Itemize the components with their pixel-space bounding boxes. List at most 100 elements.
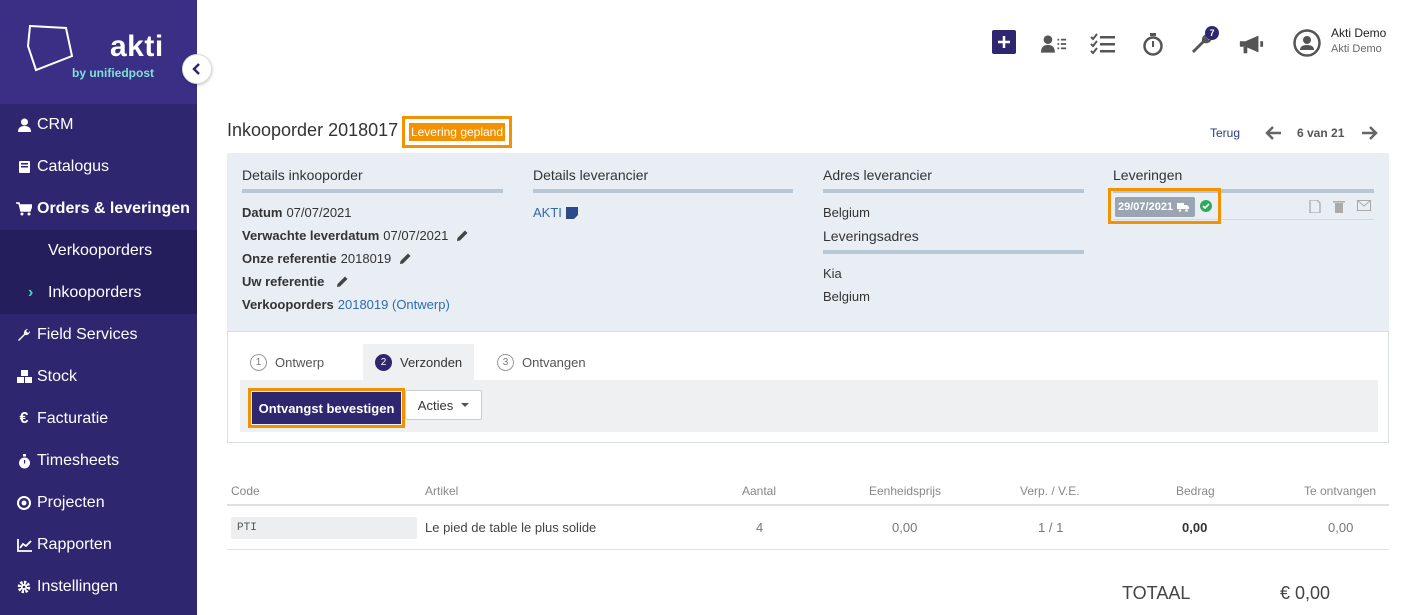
item-quantity: 4 — [756, 520, 764, 535]
timer-button[interactable] — [1140, 30, 1166, 58]
cart-icon — [16, 202, 32, 216]
sidebar-item-label: Field Services — [37, 326, 138, 343]
field-value: 2018019 — [340, 251, 392, 266]
column-header: Code — [231, 484, 260, 498]
gear-icon — [16, 580, 32, 594]
code-cell: PTI — [231, 506, 417, 549]
sidebar-item-crm[interactable]: CRM — [0, 104, 197, 146]
field-label: Datum — [242, 205, 283, 220]
total-label: TOTAAL — [1122, 583, 1191, 603]
chart-icon — [16, 538, 32, 552]
sidebar-item-label: Rapporten — [37, 536, 112, 553]
avatar[interactable] — [1292, 28, 1322, 58]
column-header: Eenheidsprijs — [869, 484, 942, 498]
actions-dropdown[interactable]: Acties — [405, 390, 482, 420]
sidebar-item-label: Orders & leveringen — [37, 200, 190, 217]
total-value: € 0,00 — [1280, 583, 1331, 603]
stopwatch-icon — [1143, 33, 1163, 56]
contacts-list-icon — [1041, 35, 1067, 53]
edit-pencil-icon[interactable] — [336, 275, 349, 288]
sidebar-item-field-services[interactable]: Field Services — [0, 314, 197, 356]
wrench-icon — [16, 328, 32, 342]
sidebar-item-timesheets[interactable]: Timesheets — [0, 440, 197, 482]
column-header: Te ontvangen — [1304, 484, 1377, 498]
step-verzonden[interactable]: 2 Verzonden — [363, 344, 475, 380]
sidebar-item-stock[interactable]: Stock — [0, 356, 197, 398]
sidebar-item-label: Inkooporders — [48, 284, 142, 301]
step-label: Ontvangen — [522, 354, 586, 370]
sales-order-link[interactable]: 2018019 (Ontwerp) — [338, 297, 450, 312]
sidebar-item-label: Stock — [37, 368, 78, 385]
edit-pencil-icon[interactable] — [399, 252, 412, 265]
step-ontwerp[interactable]: 1 Ontwerp — [238, 344, 336, 380]
item-article: Le pied de table le plus solide — [425, 520, 597, 535]
announcements-button[interactable] — [1238, 30, 1264, 58]
tasks-button[interactable] — [1090, 30, 1116, 58]
mail-icon[interactable] — [1357, 200, 1371, 211]
supplier-address: Adres leverancier Belgium Leveringsadres… — [823, 167, 1084, 308]
trash-icon[interactable] — [1333, 200, 1345, 213]
confirm-receipt-button[interactable]: Ontvangst bevestigen — [252, 392, 401, 424]
items-table: Code Artikel Aantal Eenheidsprijs Verp. … — [227, 478, 1389, 550]
cubes-icon — [16, 370, 32, 384]
user-icon — [16, 118, 32, 132]
contacts-button[interactable] — [1041, 30, 1067, 58]
next-arrow-icon[interactable] — [1360, 124, 1378, 142]
field-label: Verwachte leverdatum — [242, 228, 380, 243]
note-icon[interactable] — [565, 206, 578, 219]
delivery-actions — [1309, 200, 1371, 213]
column-header: Verp. / V.E. — [1020, 484, 1080, 498]
workflow-box: 1 Ontwerp 2 Verzonden 3 Ontvangen Ontvan… — [227, 331, 1389, 443]
supplier-link[interactable]: AKTI — [533, 205, 562, 220]
address-line: Kia — [823, 266, 842, 281]
section-heading: Leveringsadres — [823, 228, 1084, 254]
pdf-icon[interactable] — [1309, 200, 1321, 213]
sidebar-item-label: Timesheets — [37, 452, 120, 469]
step-number: 2 — [375, 353, 392, 371]
brand-subtitle: by unifiedpost — [72, 66, 154, 80]
sidebar-collapse-button[interactable] — [182, 54, 212, 84]
sidebar-item-facturatie[interactable]: € Facturatie — [0, 398, 197, 440]
sidebar-subitem-verkooporders[interactable]: Verkooporders — [0, 230, 197, 272]
details-panel: Details inkooporder Datum 07/07/2021 Ver… — [227, 153, 1389, 331]
chevron-left-icon — [192, 63, 200, 75]
checklist-icon — [1090, 33, 1115, 55]
sidebar-item-catalogus[interactable]: Catalogus — [0, 146, 197, 188]
field-label: Uw referentie — [242, 274, 325, 289]
supplier-row: AKTI — [533, 201, 793, 224]
step-label: Verzonden — [400, 354, 463, 370]
user-circle-icon — [1293, 29, 1321, 57]
megaphone-icon — [1239, 35, 1264, 54]
step-label: Ontwerp — [275, 354, 325, 370]
delivery-chip[interactable]: 29/07/2021 — [1115, 197, 1195, 217]
field-your-reference: Uw referentie — [242, 270, 503, 293]
step-number: 3 — [497, 353, 514, 371]
item-pack: 1 / 1 — [1038, 520, 1064, 535]
target-icon — [16, 496, 32, 510]
back-link[interactable]: Terug — [1210, 126, 1240, 140]
plus-icon — [998, 36, 1010, 48]
sidebar-subitem-inkooporders[interactable]: › Inkooporders — [0, 272, 197, 314]
step-ontvangen[interactable]: 3 Ontvangen — [485, 344, 598, 380]
user-name[interactable]: Akti Demo — [1331, 26, 1386, 40]
brand: akti by unifiedpost — [0, 0, 197, 104]
sidebar-item-instellingen[interactable]: Instellingen — [0, 566, 197, 608]
sidebar-item-projecten[interactable]: Projecten — [0, 482, 197, 524]
sidebar-item-orders[interactable]: Orders & leveringen — [0, 188, 197, 230]
sidebar-item-rapporten[interactable]: Rapporten — [0, 524, 197, 566]
tools-button[interactable]: 7 — [1189, 26, 1219, 58]
column-header: Artikel — [425, 484, 459, 498]
column-header: Aantal — [742, 484, 777, 498]
item-to-receive: 0,00 — [1328, 520, 1354, 535]
field-datum: Datum 07/07/2021 — [242, 201, 503, 224]
item-unit-price: 0,00 — [892, 520, 918, 535]
notification-badge: 7 — [1205, 26, 1219, 40]
sidebar-item-label: CRM — [37, 116, 74, 133]
previous-arrow-icon[interactable] — [1265, 124, 1283, 142]
address-country: Belgium — [823, 205, 870, 220]
add-button[interactable] — [992, 30, 1016, 54]
column-header: Bedrag — [1176, 484, 1215, 498]
table-row[interactable]: PTI Le pied de table le plus solide 4 0,… — [227, 506, 1389, 550]
book-icon — [16, 160, 32, 174]
edit-pencil-icon[interactable] — [456, 229, 469, 242]
